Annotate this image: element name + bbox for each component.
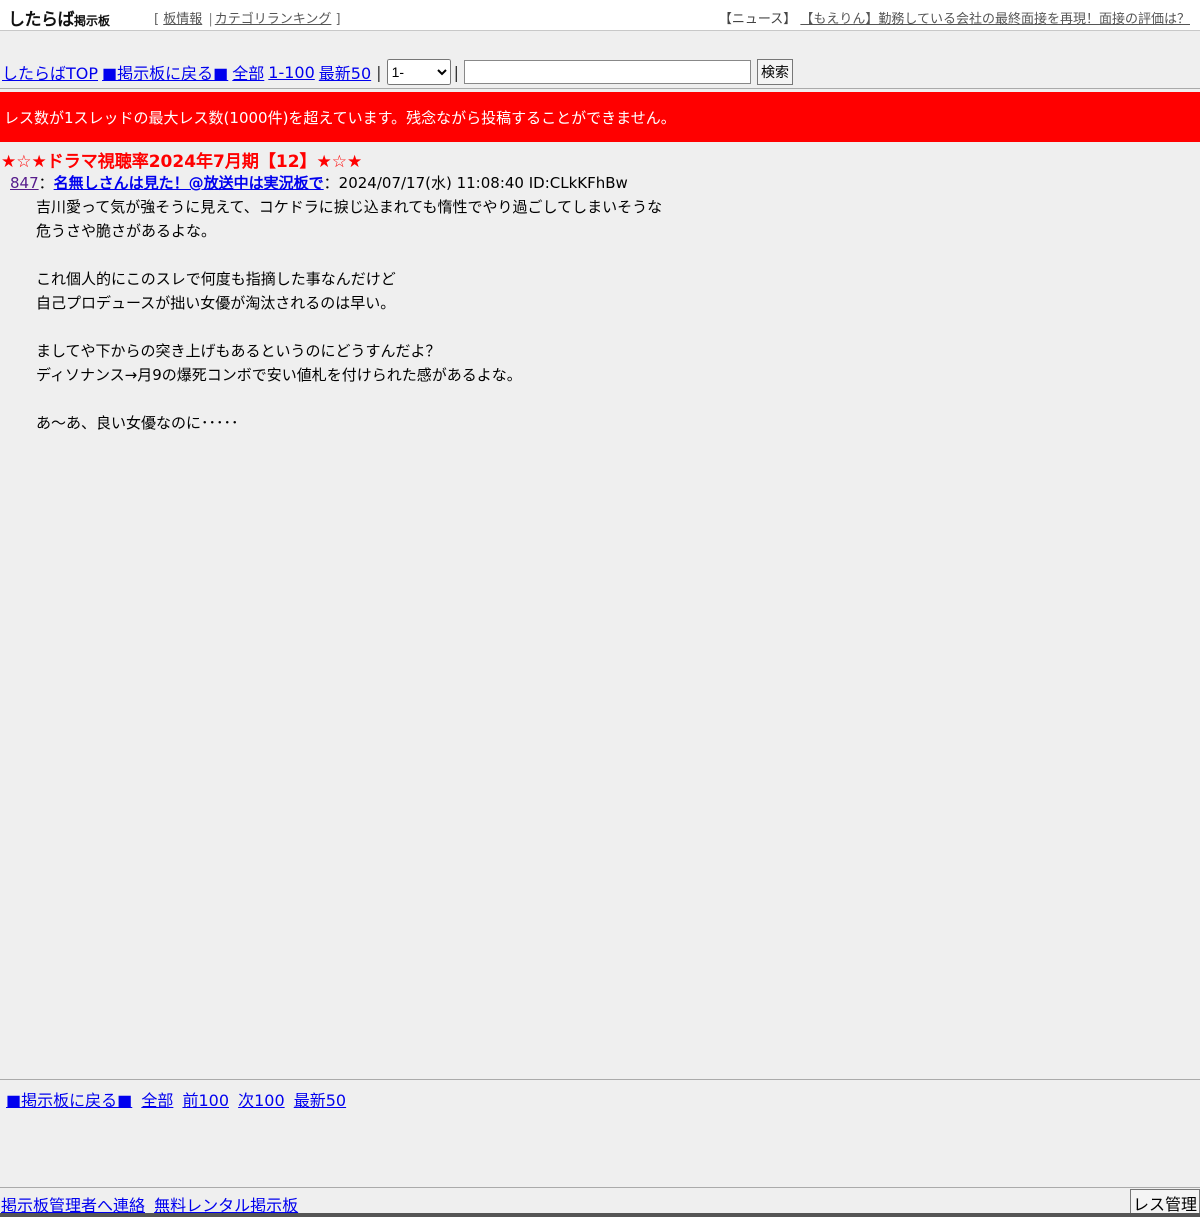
divider xyxy=(0,1079,1200,1080)
back-to-board-link[interactable]: ■掲示板に戻る■ xyxy=(6,1091,132,1110)
post-body: 吉川愛って気が強そうに見えて、コケドラに捩じ込まれても惰性でやり過ごしてしまいそ… xyxy=(36,195,662,435)
post-line xyxy=(36,387,662,411)
post-line: 自己プロデュースが拙い女優が淘汰されるのは早い。 xyxy=(36,294,396,312)
logo-sub-text: 掲示板 xyxy=(74,14,111,28)
post-line: ましてや下からの突き上げもあるというのにどうすんだよ？ xyxy=(36,342,441,360)
divider xyxy=(0,88,1200,89)
post-number-link[interactable]: 847 xyxy=(10,174,39,192)
range-select[interactable]: 1- xyxy=(386,59,451,85)
header-separator: | xyxy=(208,12,213,27)
all-posts-link[interactable]: 全部 xyxy=(232,60,264,84)
post-line xyxy=(36,243,662,267)
top-header: したらば掲示板 [ 板情報 | カテゴリランキング ] 【ニュース】 【もえりん】… xyxy=(0,0,1200,31)
max-posts-alert: レス数が1スレッドの最大レス数(1000件)を超えています。残念ながら投稿するこ… xyxy=(0,92,1200,142)
bracket-close: ] xyxy=(335,12,341,27)
bracket-open: [ xyxy=(154,12,160,27)
latest-50-link[interactable]: 最新50 xyxy=(319,60,371,84)
post-line: 吉川愛って気が強そうに見えて、コケドラに捩じ込まれても惰性でやり過ごしてしまいそ… xyxy=(36,198,663,216)
all-posts-link[interactable]: 全部 xyxy=(141,1091,173,1110)
thread-navigation: したらばTOP ■掲示板に戻る■ 全部 1-100 最新50 | 1- | 検索 xyxy=(2,58,793,86)
nav-separator: | xyxy=(376,62,382,82)
bottom-navigation: ■掲示板に戻る■ 全部 前100 次100 最新50 xyxy=(6,1087,350,1111)
news-ticker: 【ニュース】 【もえりん】勤務している会社の最終面接を再現！面接の評価は？ xyxy=(719,8,1190,27)
header-links: [ 板情報 | カテゴリランキング ] xyxy=(154,8,341,27)
nav-separator: | xyxy=(453,62,459,82)
post-line: 危うさや脆さがあるよな。 xyxy=(36,222,217,240)
prev-100-link[interactable]: 前100 xyxy=(182,1091,229,1110)
board-info-link[interactable]: 板情報 xyxy=(163,12,202,27)
next-100-link[interactable]: 次100 xyxy=(238,1091,285,1110)
search-input[interactable] xyxy=(463,60,751,84)
site-logo[interactable]: したらば掲示板 xyxy=(8,5,110,30)
post-meta: ：2024/07/17(水) 11:08:40 ID:CLkKFhBw xyxy=(323,174,628,192)
thread-title: ★☆★ドラマ視聴率2024年7月期【12】★☆★ xyxy=(1,152,363,172)
post-colon: ： xyxy=(38,174,54,192)
post-line xyxy=(36,315,662,339)
range-1-100-link[interactable]: 1-100 xyxy=(268,63,315,82)
bottom-strip xyxy=(0,1213,1200,1217)
news-link[interactable]: 【もえりん】勤務している会社の最終面接を再現！面接の評価は？ xyxy=(800,12,1190,27)
news-prefix: 【ニュース】 xyxy=(718,12,797,27)
category-ranking-link[interactable]: カテゴリランキング xyxy=(215,12,332,27)
post-line: あ～あ、良い女優なのに･････ xyxy=(36,414,239,432)
logo-main-text: したらば xyxy=(8,10,75,30)
post-line: ディソナンス→月9の爆死コンボで安い値札を付けられた感があるよな。 xyxy=(36,366,522,384)
latest-50-link[interactable]: 最新50 xyxy=(294,1091,346,1110)
shitaraba-top-link[interactable]: したらばTOP xyxy=(2,60,98,84)
search-button[interactable]: 検索 xyxy=(756,59,793,85)
post-line: これ個人的にこのスレで何度も指摘した事なんだけど xyxy=(36,270,396,288)
divider xyxy=(0,1187,1200,1188)
back-to-board-link[interactable]: ■掲示板に戻る■ xyxy=(102,60,228,84)
post-header: 847：名無しさんは見た！@放送中は実況板で：2024/07/17(水) 11:… xyxy=(10,172,628,193)
poster-name-link[interactable]: 名無しさんは見た！@放送中は実況板で xyxy=(54,174,324,192)
alert-message: レス数が1スレッドの最大レス数(1000件)を超えています。残念ながら投稿するこ… xyxy=(4,108,676,127)
